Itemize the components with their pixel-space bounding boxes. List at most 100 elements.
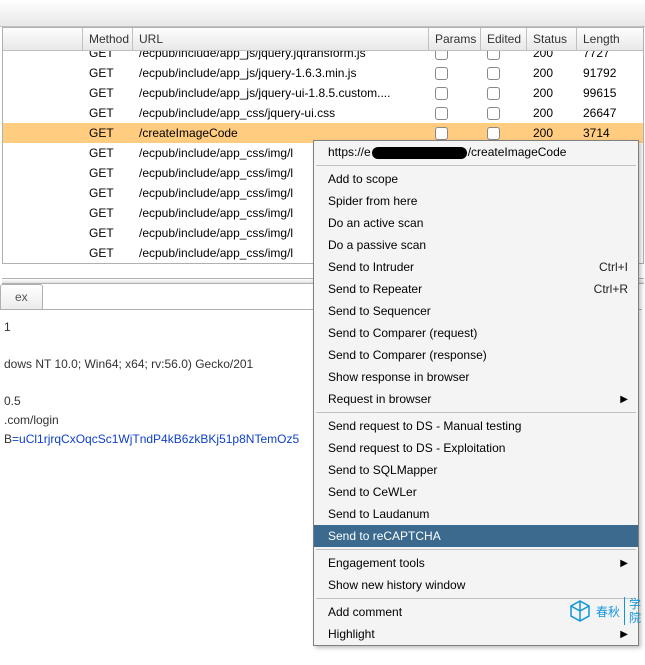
menu-item-label: Send to CeWLer [328,485,628,499]
raw-line: .com/login [4,413,59,427]
cell-blank [3,103,83,123]
menu-item[interactable]: Send to Repeater Ctrl+R [314,278,638,300]
menu-item[interactable]: Show new history window [314,574,638,596]
context-menu[interactable]: https://e/createImageCode Add to scope Sp… [313,140,639,646]
menu-item[interactable]: Show response in browser [314,366,638,388]
cell-length: 26647 [577,103,632,123]
menu-item-label: Add to scope [328,172,628,186]
raw-line: dows NT 10.0; Win64; x64; rv:56.0) Gecko… [4,357,253,371]
menu-item[interactable]: Send to SQLMapper [314,459,638,481]
menu-item[interactable]: Send to CeWLer [314,481,638,503]
cell-blank [3,223,83,243]
menu-item[interactable]: Send to Laudanum [314,503,638,525]
cell-url: /ecpub/include/app_js/jquery-1.6.3.min.j… [133,63,429,83]
menu-item-label: Show new history window [328,578,628,592]
menu-separator [316,549,636,550]
cell-method: GET [83,143,133,163]
menu-item[interactable]: Send to Comparer (request) [314,322,638,344]
menu-item[interactable]: Send request to DS - Manual testing [314,415,638,437]
menu-item-label: Engagement tools [328,556,620,570]
menu-item-label: Send request to DS - Exploitation [328,441,628,455]
url-prefix: https://e [328,145,371,159]
menu-item[interactable]: Send to Intruder Ctrl+I [314,256,638,278]
watermark-logo: 春秋 学院 [568,597,641,625]
cell-method: GET [83,63,133,83]
menu-item-label: Send to Comparer (request) [328,326,628,340]
col-method[interactable]: Method [83,28,133,50]
menu-separator [316,165,636,166]
menu-item[interactable]: Send request to DS - Exploitation [314,437,638,459]
menu-item[interactable]: Spider from here [314,190,638,212]
menu-item[interactable]: Add to scope [314,168,638,190]
menu-shortcut: Ctrl+R [594,282,628,296]
cell-url: /ecpub/include/app_js/jquery-ui-1.8.5.cu… [133,83,429,103]
table-row[interactable]: GET/ecpub/include/app_js/jquery.jqtransf… [3,51,643,63]
menu-item[interactable]: Send to Sequencer [314,300,638,322]
submenu-arrow-icon: ▶ [620,629,628,640]
menu-item[interactable]: Engagement tools▶ [314,552,638,574]
menu-target-url[interactable]: https://e/createImageCode [314,141,638,163]
checkbox-icon [435,51,448,60]
cell-blank [3,183,83,203]
raw-param-name: B [4,432,12,446]
watermark-sub2: 院 [629,611,641,625]
menu-item-label: Send to Comparer (response) [328,348,628,362]
menu-item[interactable]: Request in browser▶ [314,388,638,410]
table-row[interactable]: GET/ecpub/include/app_js/jquery-ui-1.8.5… [3,83,643,103]
menu-item-label: Highlight [328,627,620,641]
cell-status: 200 [527,103,577,123]
cell-length: 91792 [577,63,632,83]
cell-method: GET [83,183,133,203]
checkbox-icon [435,107,448,120]
cell-params [429,83,481,103]
checkbox-icon [435,67,448,80]
cell-edited [481,103,527,123]
raw-param-value: =uCl1rjrqCxOqcSc1WjTndP4kB6zkBKj51p8NTem… [12,432,299,446]
cell-blank [3,83,83,103]
cell-edited [481,63,527,83]
menu-item-label: Do an active scan [328,216,628,230]
cell-params [429,63,481,83]
cell-status: 200 [527,51,577,63]
checkbox-icon [487,127,500,140]
cell-params [429,103,481,123]
col-blank[interactable] [3,28,83,50]
menu-item-label: Send to Laudanum [328,507,628,521]
menu-item-label: Spider from here [328,194,628,208]
table-row[interactable]: GET/ecpub/include/app_css/jquery-ui.css2… [3,103,643,123]
cell-status: 200 [527,83,577,103]
menu-shortcut: Ctrl+I [599,260,628,274]
table-row[interactable]: GET/ecpub/include/app_js/jquery-1.6.3.mi… [3,63,643,83]
menu-item-label: Send to reCAPTCHA [328,529,628,543]
url-suffix: /createImageCode [468,145,567,159]
cell-method: GET [83,83,133,103]
menu-item[interactable]: Send to reCAPTCHA [314,525,638,547]
cell-length: 99615 [577,83,632,103]
checkbox-icon [487,67,500,80]
col-params[interactable]: Params [429,28,481,50]
cell-params [429,51,481,63]
menu-item[interactable]: Do an active scan [314,212,638,234]
table-header-row: Method URL Params Edited Status Length [3,28,643,51]
cell-blank [3,243,83,263]
menu-item-label: Do a passive scan [328,238,628,252]
tab-ex[interactable]: ex [0,284,43,309]
menu-item-label: Send to Intruder [328,260,579,274]
submenu-arrow-icon: ▶ [620,394,628,405]
menu-item-label: Send to Repeater [328,282,574,296]
cell-method: GET [83,123,133,143]
cell-method: GET [83,203,133,223]
cell-method: GET [83,103,133,123]
col-length[interactable]: Length [577,28,632,50]
checkbox-icon [487,51,500,60]
col-edited[interactable]: Edited [481,28,527,50]
menu-separator [316,412,636,413]
menu-item[interactable]: Send to Comparer (response) [314,344,638,366]
col-status[interactable]: Status [527,28,577,50]
menu-item[interactable]: Do a passive scan [314,234,638,256]
cell-blank [3,203,83,223]
redacted-host [372,147,467,159]
menu-item[interactable]: Highlight▶ [314,623,638,645]
col-url[interactable]: URL [133,28,429,50]
checkbox-icon [435,87,448,100]
